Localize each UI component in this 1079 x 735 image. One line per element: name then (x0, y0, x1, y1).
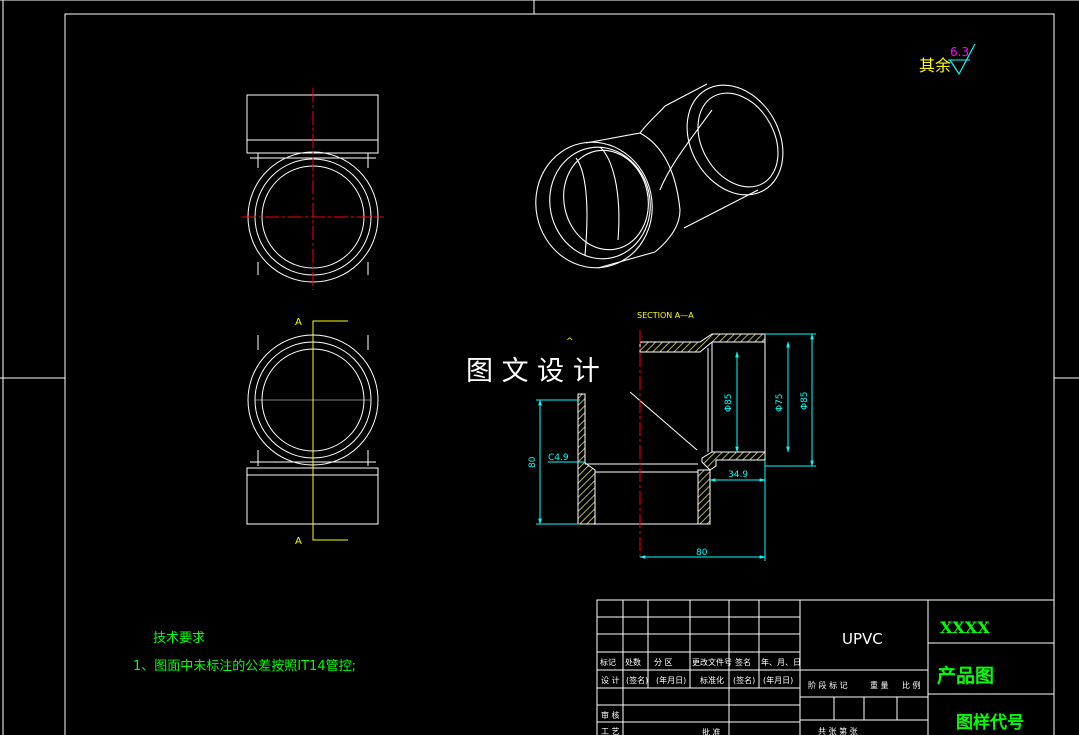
tb-drawing-code: 图样代号 (956, 712, 1024, 733)
tb-header-mark: 标记 (600, 657, 616, 667)
tb-sheet-count: 共 张 第 张 (818, 726, 858, 735)
section-marker-bottom: A (295, 536, 302, 547)
top-view (242, 88, 384, 290)
tb-process: 工 艺 (601, 727, 620, 735)
tb-weight: 重 量 (870, 680, 889, 690)
tb-header-date: 年、月、日 (761, 657, 801, 667)
dim-d75: Φ75 (775, 393, 785, 412)
tb-review: 审 核 (601, 710, 620, 720)
title-block-header-row: 标记 处数 分 区 更改文件号 签名 年、月、日 (600, 657, 801, 667)
tb-header-signature: 签名 (735, 657, 751, 667)
tb-approve: 批 准 (702, 727, 721, 735)
section-title: SECTION A—A (637, 311, 694, 320)
section-cut-line (312, 320, 343, 541)
tb-drawing-name: 产品图 (937, 664, 994, 687)
isometric-view (535, 83, 784, 269)
dim-offset: 34.9 (728, 470, 748, 480)
tb-stage-mark: 阶 段 标 记 (808, 680, 848, 690)
cad-drawing-canvas: 其余 6.3 A A SECTION A—A ^ Φ85 Φ75 Φ85 C4.… (0, 0, 1079, 735)
front-view (246, 320, 379, 541)
title-block-design-row: 设 计 (签名) (年月日) 标准化 (签名) (年月日) (601, 675, 793, 685)
roughness-value: 6.3 (950, 45, 969, 59)
tb-std-date: (年月日) (763, 675, 793, 685)
surface-roughness-symbol: 其余 6.3 (919, 43, 976, 76)
tb-design-date: (年月日) (656, 675, 686, 685)
roughness-prefix: 其余 (919, 56, 951, 75)
tb-material: UPVC (842, 630, 883, 648)
dim-d85-inner: Φ85 (724, 393, 734, 412)
tb-standardization: 标准化 (700, 675, 724, 685)
watermark-text: 图 文 设 计 (466, 356, 600, 387)
dim-chamfer: C4.9 (548, 453, 569, 463)
tb-header-zone: 分 区 (654, 658, 673, 667)
tech-requirement-item: 1、图面中未标注的公差按照IT14管控; (133, 658, 356, 674)
tb-header-count: 处数 (625, 657, 641, 667)
section-marker-top: A (295, 317, 302, 328)
dim-width: 80 (696, 548, 708, 558)
dim-height: 80 (528, 456, 538, 468)
tb-company: XXXX (940, 618, 990, 637)
tb-scale: 比 例 (902, 680, 921, 690)
section-caret: ^ (566, 337, 574, 347)
tb-design-signature: (签名) (626, 675, 648, 685)
dim-d85-outer: Φ85 (800, 391, 810, 410)
tb-std-signature: (签名) (733, 675, 755, 685)
tech-requirements-heading: 技术要求 (153, 631, 205, 646)
tb-design: 设 计 (601, 675, 620, 685)
tb-header-change-doc: 更改文件号 (692, 657, 732, 667)
